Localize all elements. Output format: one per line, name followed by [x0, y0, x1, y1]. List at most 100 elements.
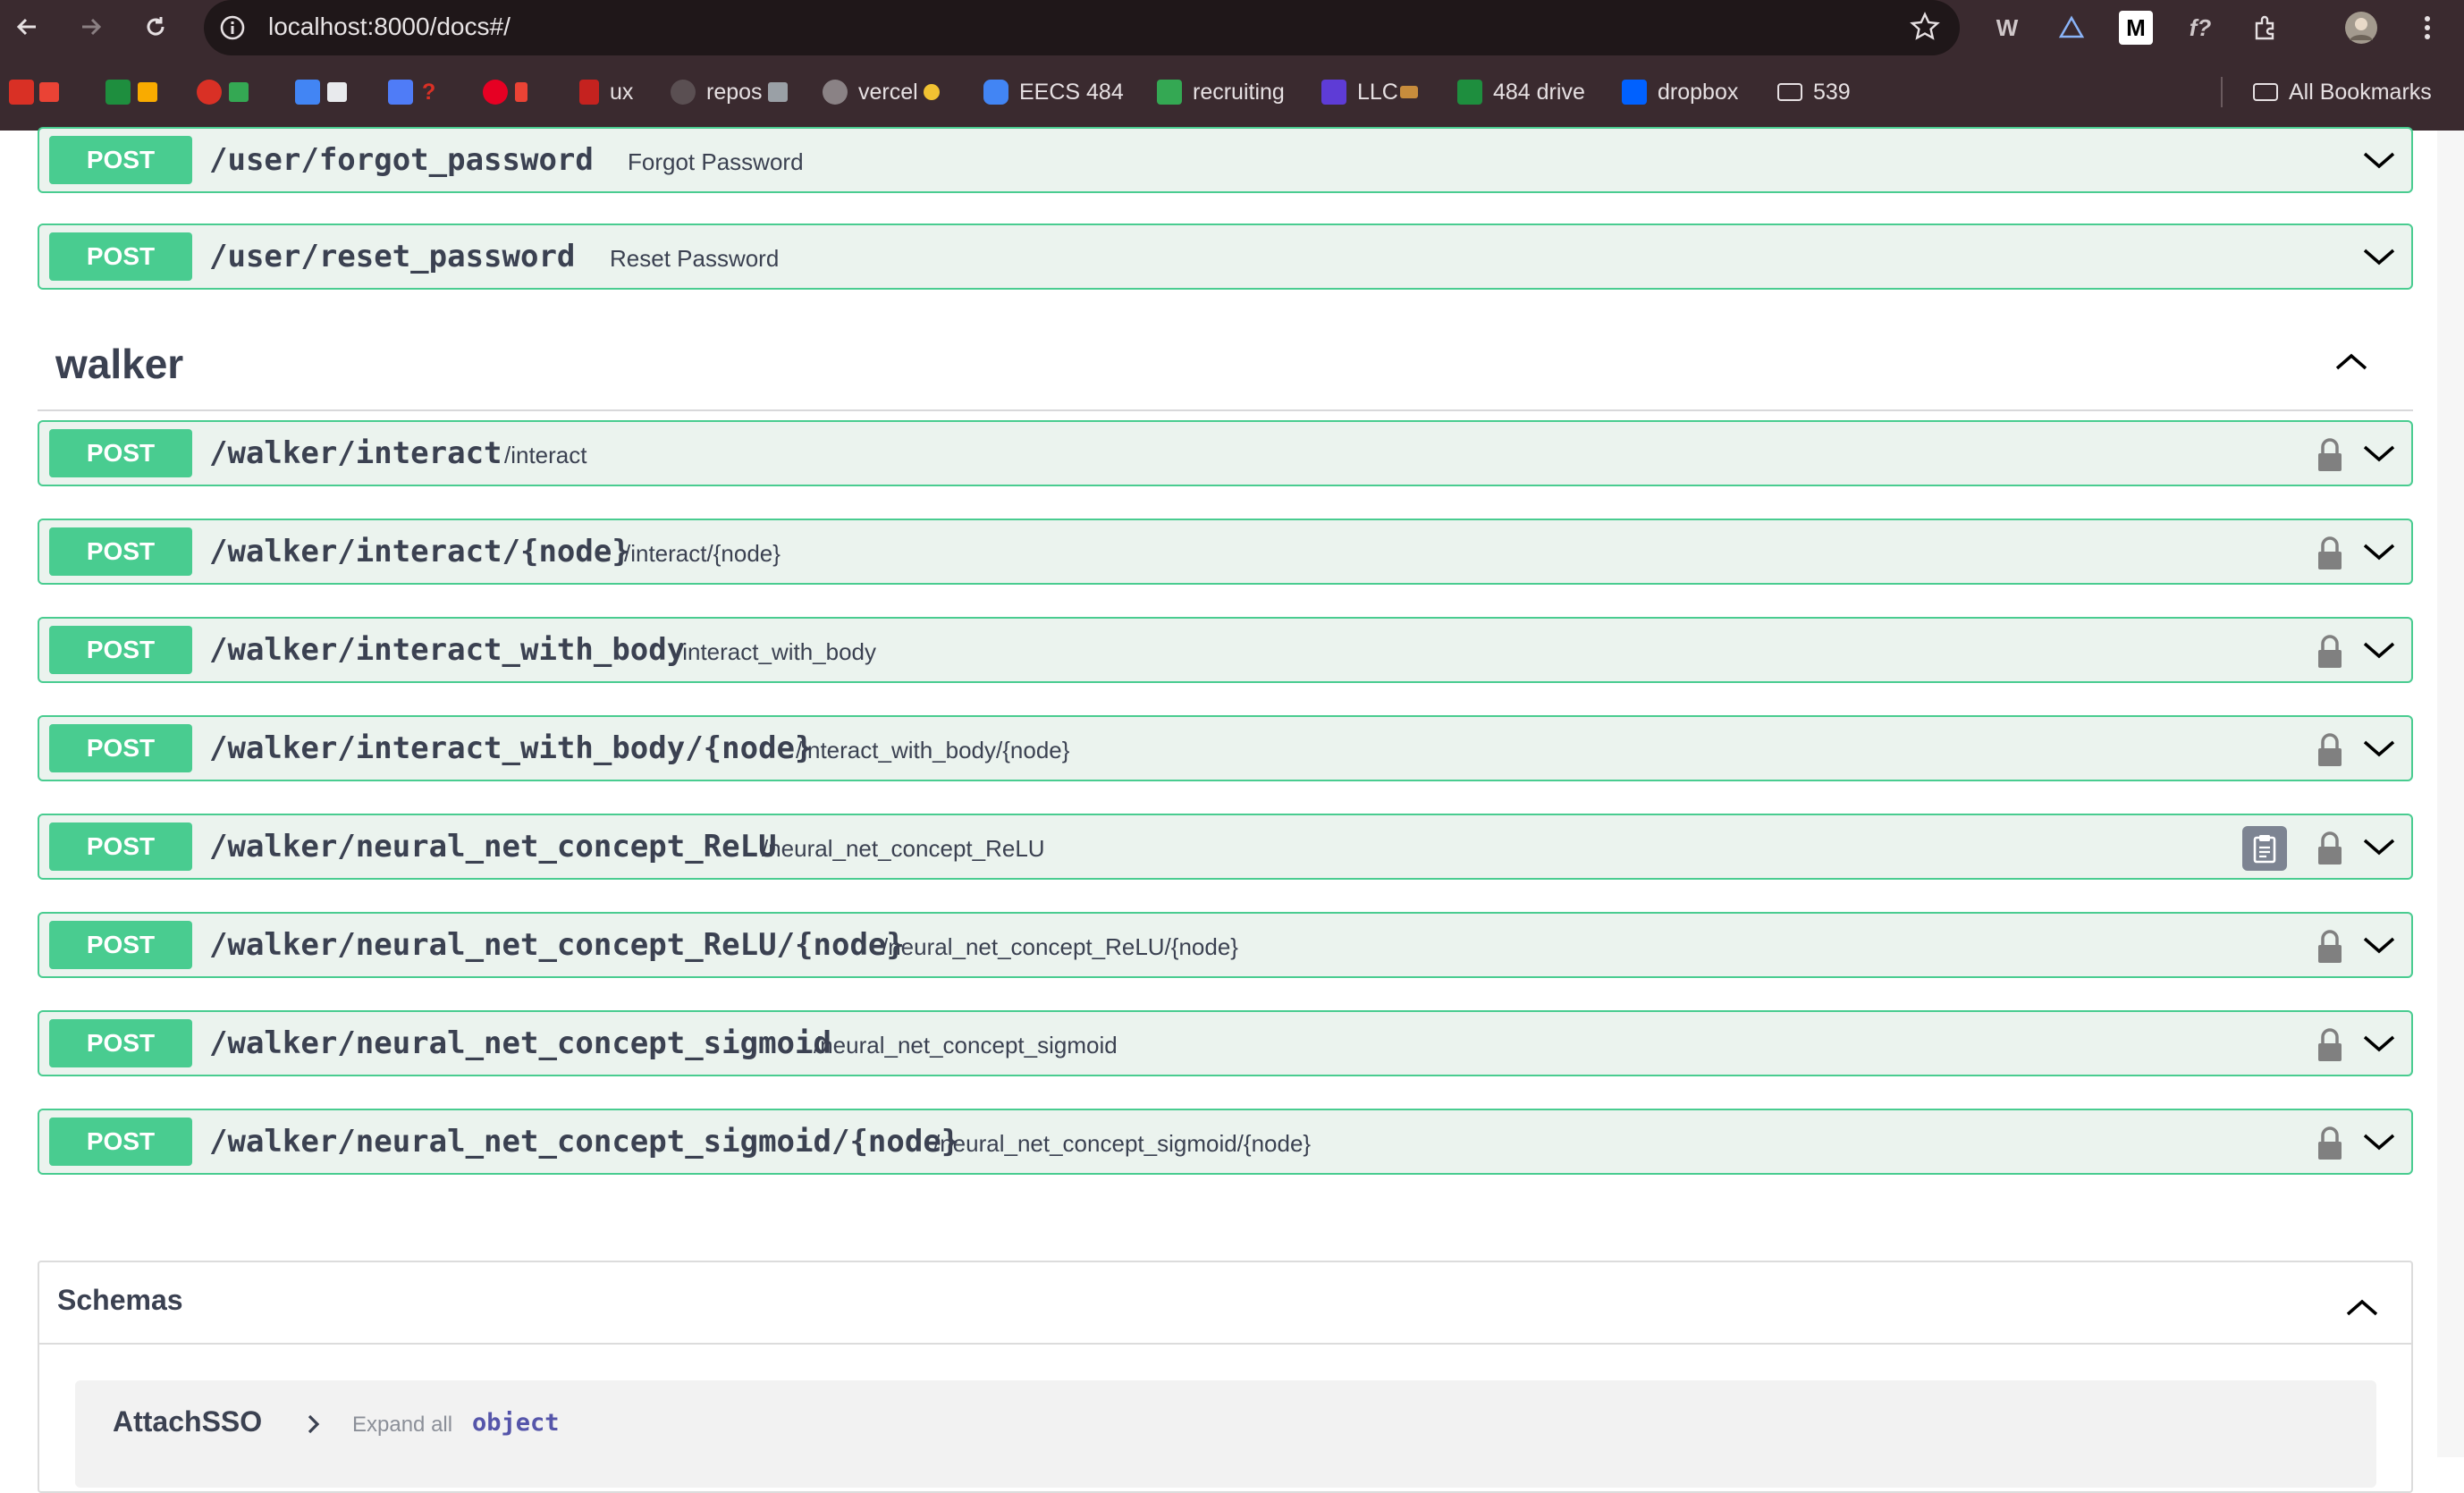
laptop-icon — [767, 82, 788, 102]
chevron-right-icon[interactable] — [306, 1413, 322, 1436]
forward-arrow-icon — [82, 18, 102, 36]
bookmark-repos[interactable]: repos — [671, 72, 788, 113]
url-text[interactable]: localhost:8000/docs#/ — [268, 13, 511, 41]
lock-icon[interactable] — [2316, 929, 2344, 965]
operation-row[interactable]: POST /walker/neural_net_concept_sigmoid/… — [38, 1109, 2413, 1175]
method-badge: POST — [49, 429, 192, 477]
operation-row[interactable]: POST /walker/interact /interact — [38, 420, 2413, 486]
bookmark-gmail[interactable] — [9, 72, 59, 113]
lock-icon[interactable] — [2316, 1027, 2344, 1063]
expand-all-button[interactable]: Expand all — [352, 1413, 452, 1438]
drive-icon — [1457, 80, 1482, 105]
bookmark-label: dropbox — [1658, 79, 1739, 105]
bookmark-vercel[interactable]: vercel — [823, 72, 940, 113]
bookmark-p[interactable]: ? — [388, 72, 435, 113]
lock-icon[interactable] — [2316, 732, 2344, 768]
lock-icon[interactable] — [2316, 831, 2344, 866]
bookmark-dropbox[interactable]: dropbox — [1622, 72, 1738, 113]
chevron-down-icon[interactable] — [2361, 735, 2397, 762]
operation-row[interactable]: POST /user/reset_password Reset Password — [38, 224, 2413, 290]
bookmark-539[interactable]: 539 — [1777, 72, 1851, 113]
all-bookmarks-label: All Bookmarks — [2289, 79, 2432, 105]
scrollbar-track[interactable] — [2437, 131, 2464, 1457]
chevron-down-icon[interactable] — [2361, 1128, 2397, 1155]
method-badge: POST — [49, 1118, 192, 1166]
chevron-down-icon[interactable] — [2361, 538, 2397, 565]
operation-row[interactable]: POST /user/forgot_password Forgot Passwo… — [38, 127, 2413, 193]
reload-button[interactable] — [138, 9, 173, 45]
operation-summary: Reset Password — [610, 245, 780, 272]
operation-row[interactable]: POST /walker/neural_net_concept_ReLU/{no… — [38, 912, 2413, 978]
extension-m-icon[interactable]: M — [2119, 11, 2153, 45]
schemas-divider — [39, 1343, 2411, 1345]
profile-avatar-icon[interactable] — [2344, 11, 2378, 45]
bookmark-label: 484 drive — [1493, 79, 1585, 105]
chevron-down-icon[interactable] — [2361, 833, 2397, 860]
calendar-icon — [295, 80, 320, 105]
forward-button[interactable] — [73, 9, 109, 45]
bookmark-484-drive[interactable]: 484 drive — [1457, 72, 1585, 113]
bookmark-llc[interactable]: LLC — [1321, 72, 1418, 113]
chevron-down-icon[interactable] — [2361, 1030, 2397, 1057]
operation-summary: /neural_net_concept_sigmoid — [814, 1032, 1118, 1059]
github-icon — [671, 80, 696, 105]
operation-path: /user/forgot_password — [209, 142, 594, 178]
bookmark-pinterest[interactable] — [483, 72, 527, 113]
bookmark-drive[interactable] — [105, 72, 157, 113]
operation-row[interactable]: POST /walker/interact_with_body /interac… — [38, 617, 2413, 683]
chevron-down-icon[interactable] — [2361, 440, 2397, 467]
chevron-down-icon[interactable] — [2361, 147, 2397, 173]
swagger-page — [0, 131, 2464, 1457]
extension-w-icon[interactable]: W — [1990, 11, 2024, 45]
operation-path: /walker/neural_net_concept_ReLU/{node} — [209, 927, 905, 963]
operation-row[interactable]: POST /walker/neural_net_concept_sigmoid … — [38, 1010, 2413, 1076]
bookmark-star-icon[interactable] — [1910, 12, 1940, 42]
schemas-title[interactable]: Schemas — [57, 1284, 183, 1317]
bookmark-canvas[interactable] — [197, 72, 249, 113]
model-name[interactable]: AttachSSO — [113, 1405, 262, 1438]
bookmark-calendar[interactable] — [295, 72, 347, 113]
browser-toolbar: localhost:8000/docs#/ W M f? ? ux repos … — [0, 0, 2464, 131]
operation-path: /walker/neural_net_concept_sigmoid/{node… — [209, 1124, 960, 1160]
extensions-puzzle-icon[interactable] — [2248, 11, 2282, 45]
operation-summary: /neural_net_concept_sigmoid/{node} — [933, 1130, 1312, 1157]
site-info-icon[interactable] — [218, 13, 247, 42]
address-bar[interactable]: localhost:8000/docs#/ — [204, 0, 1960, 55]
operation-path: /walker/interact_with_body — [209, 632, 686, 668]
all-bookmarks[interactable]: All Bookmarks — [2253, 72, 2432, 113]
chevron-up-icon[interactable] — [2333, 349, 2369, 375]
operation-row[interactable]: POST /walker/neural_net_concept_ReLU /ne… — [38, 814, 2413, 880]
reload-icon — [147, 17, 165, 36]
lock-icon[interactable] — [2316, 1126, 2344, 1161]
extension-triangle-icon[interactable] — [2055, 11, 2088, 45]
method-badge: POST — [49, 232, 192, 281]
lock-icon[interactable] — [2316, 634, 2344, 670]
pinterest-icon — [483, 80, 508, 105]
method-badge: POST — [49, 527, 192, 576]
method-badge: POST — [49, 1019, 192, 1067]
operation-path: /walker/neural_net_concept_ReLU — [209, 829, 777, 865]
bookmark-recruiting[interactable]: recruiting — [1157, 72, 1285, 113]
chevron-down-icon[interactable] — [2361, 243, 2397, 270]
chevron-up-icon[interactable] — [2344, 1295, 2380, 1321]
method-badge: POST — [49, 724, 192, 772]
dropbox-icon — [1622, 80, 1647, 105]
lock-icon[interactable] — [2316, 536, 2344, 571]
model-container[interactable]: AttachSSO Expand all object — [75, 1380, 2376, 1488]
lock-icon[interactable] — [2316, 437, 2344, 473]
bookmark-ux[interactable]: ux — [579, 72, 633, 113]
bookmarks-bar: ? ux repos vercel EECS 484 recruiting LL… — [0, 72, 2464, 116]
menu-kebab-icon[interactable] — [2410, 11, 2444, 45]
operation-row[interactable]: POST /walker/interact_with_body/{node} /… — [38, 715, 2413, 781]
copy-to-clipboard-button[interactable] — [2242, 826, 2287, 871]
back-button[interactable] — [9, 9, 45, 45]
database-icon — [983, 80, 1008, 105]
operation-row[interactable]: POST /walker/interact/{node} /interact/{… — [38, 519, 2413, 585]
chevron-down-icon[interactable] — [2361, 932, 2397, 958]
tag-section-title[interactable]: walker — [55, 340, 183, 388]
extension-formula-icon[interactable]: f? — [2183, 11, 2217, 45]
operation-path: /walker/interact/{node} — [209, 534, 630, 569]
bookmark-eecs484[interactable]: EECS 484 — [983, 72, 1124, 113]
chevron-down-icon[interactable] — [2361, 637, 2397, 663]
drive-icon — [105, 80, 131, 105]
